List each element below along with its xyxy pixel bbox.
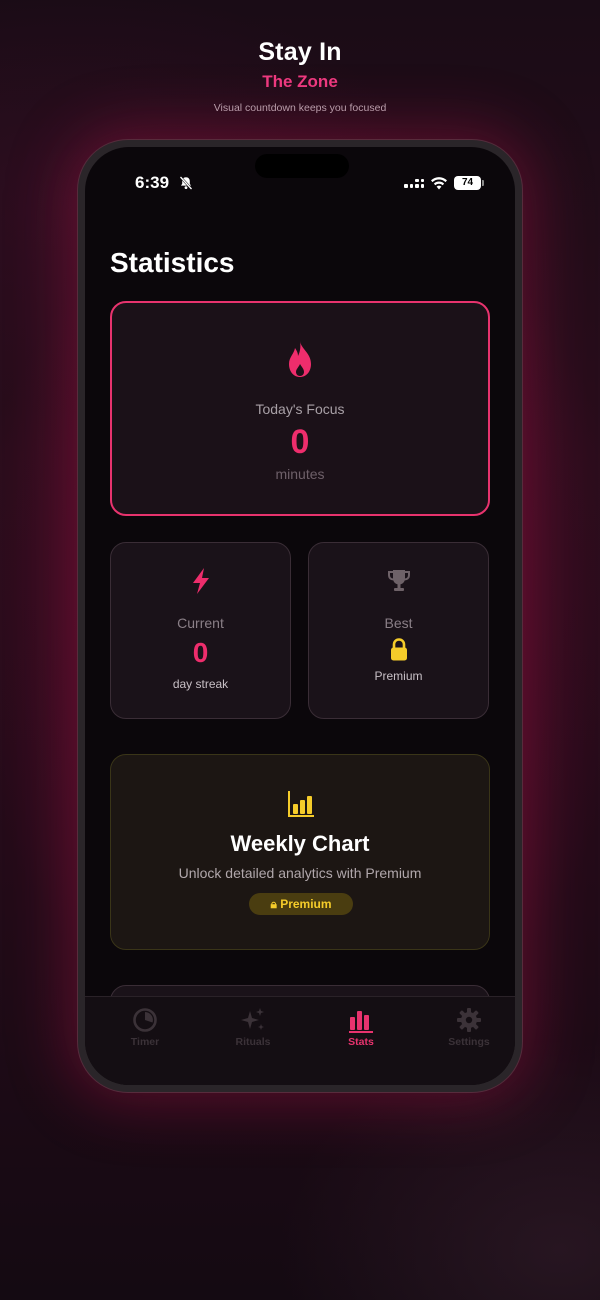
- timer-icon: [133, 1008, 157, 1032]
- streak-unit: day streak: [172, 677, 229, 691]
- promo-headline: Stay In: [258, 38, 342, 66]
- weekly-chart-card[interactable]: Weekly Chart Unlock detailed analytics w…: [110, 754, 490, 950]
- lock-icon: [391, 638, 407, 661]
- tab-timer-label: Timer: [130, 1036, 160, 1048]
- tab-stats-label: Stats: [348, 1036, 374, 1048]
- battery-icon: 74: [454, 176, 484, 190]
- tab-rituals[interactable]: Rituals: [199, 1007, 307, 1048]
- stats-icon: [349, 1011, 373, 1033]
- dynamic-island: [255, 154, 349, 178]
- best-streak-card[interactable]: Best Premium: [308, 542, 489, 719]
- tab-timer[interactable]: Timer: [91, 1007, 199, 1048]
- app-screen: 6:39 74 Statistics Today's Focus 0 minut…: [85, 147, 515, 1085]
- streak-label: Current: [177, 615, 224, 631]
- focus-unit: minutes: [275, 466, 325, 482]
- phone-frame: 6:39 74 Statistics Today's Focus 0 minut…: [78, 140, 522, 1092]
- current-streak-card: Current 0 day streak: [110, 542, 291, 719]
- best-label: Best: [384, 615, 413, 631]
- focus-value: 0: [290, 423, 310, 461]
- bar-chart-icon: [288, 791, 314, 817]
- tab-settings-label: Settings: [448, 1036, 490, 1048]
- wifi-icon: [431, 177, 447, 190]
- promo-tagline: Visual countdown keeps you focused: [213, 102, 387, 114]
- tab-stats[interactable]: Stats: [307, 1007, 415, 1048]
- trophy-icon: [388, 570, 410, 591]
- promo-stage: Stay In The Zone Visual countdown keeps …: [0, 0, 600, 1300]
- weekly-chart-title: Weekly Chart: [230, 831, 370, 856]
- streak-value: 0: [192, 637, 209, 668]
- status-indicators: 74: [404, 174, 484, 192]
- signal-icon: [404, 178, 424, 188]
- tab-rituals-label: Rituals: [235, 1036, 271, 1048]
- tab-settings[interactable]: Settings: [415, 1007, 515, 1048]
- lock-icon: 🔒︎: [270, 897, 277, 911]
- bell-slash-icon: [179, 176, 193, 190]
- promo-subhead: The Zone: [262, 72, 338, 91]
- weekly-chart-description: Unlock detailed analytics with Premium: [178, 865, 422, 881]
- focus-label: Today's Focus: [255, 401, 345, 417]
- todays-focus-card: Today's Focus 0 minutes: [110, 301, 490, 516]
- flame-icon: [289, 341, 311, 377]
- bolt-icon: [193, 568, 209, 594]
- best-premium-label: Premium: [374, 669, 423, 683]
- premium-button-label: Premium: [280, 897, 332, 911]
- sparkles-icon: [241, 1008, 264, 1030]
- premium-button[interactable]: 🔒︎ Premium: [249, 893, 353, 915]
- tab-bar: Timer Rituals Stats Settings: [85, 996, 515, 1085]
- status-time: 6:39: [135, 173, 170, 192]
- page-title: Statistics: [110, 247, 235, 278]
- gear-icon: [457, 1008, 481, 1032]
